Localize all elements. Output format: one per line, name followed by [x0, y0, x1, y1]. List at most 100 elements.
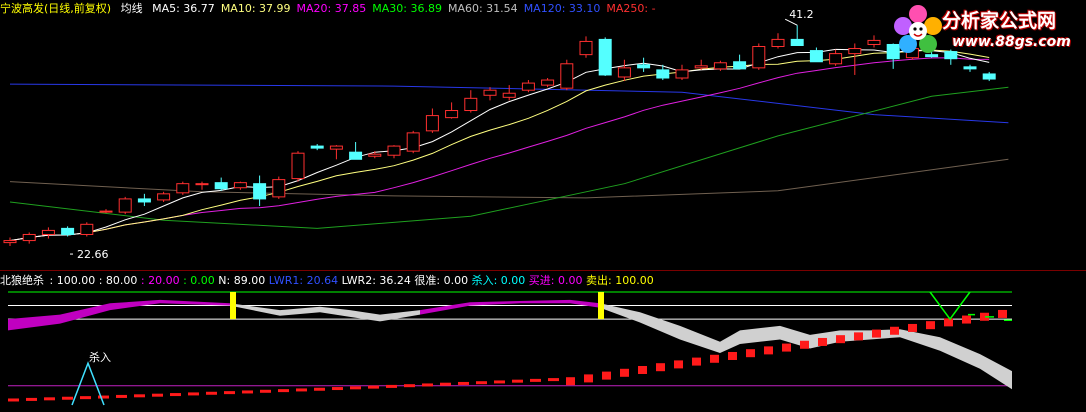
candle-body	[867, 39, 881, 45]
price-panel-header: 宁波高发(日线,前复权) 均线 MA5: 36.77 MA10: 37.99 MA2…	[0, 2, 662, 16]
candle-body	[483, 89, 497, 96]
trend-step	[332, 387, 343, 391]
trend-step	[152, 393, 163, 397]
trend-step	[512, 379, 523, 383]
trend-step	[638, 365, 647, 374]
period-info: (日线,前复权)	[44, 2, 112, 15]
panel-divider	[0, 270, 1086, 271]
indicator-param-10: 卖出: 100.00	[586, 274, 654, 287]
trend-step	[602, 371, 611, 380]
trend-step	[764, 346, 773, 355]
ma-legend-ma120: MA120: 33.10	[523, 2, 601, 15]
trend-step	[116, 394, 127, 398]
indicator-param-7: 很准: 0.00	[414, 274, 472, 287]
candle-body	[656, 69, 670, 79]
trend-step	[368, 385, 379, 389]
candle-body	[790, 38, 804, 46]
candle-body	[233, 182, 247, 189]
trend-step	[80, 396, 91, 400]
ma-legend: MA5: 36.77 MA10: 37.99 MA20: 37.85 MA30: 36…	[152, 2, 662, 15]
trend-step	[422, 383, 433, 387]
trend-step	[710, 354, 719, 363]
candle-body	[617, 67, 631, 78]
brand-logo: 分析家公式网 www.88gs.com	[890, 2, 1080, 58]
indicator-param-5: LWR1: 20.64	[268, 274, 342, 287]
candle-body	[137, 198, 151, 203]
trend-step	[692, 357, 701, 366]
chart-canvas[interactable]: 41.2 22.66 杀入	[0, 0, 1086, 412]
ma-legend-ma5: MA5: 36.77	[152, 2, 215, 15]
trend-step	[674, 360, 683, 369]
flower-logo-icon	[894, 5, 942, 53]
candle-body	[521, 82, 535, 91]
candle-body	[963, 66, 977, 70]
candle-body	[733, 61, 747, 70]
candle-body	[80, 223, 94, 235]
trend-step	[836, 335, 845, 344]
trend-step	[782, 343, 791, 352]
trend-step	[584, 374, 593, 383]
trend-step	[404, 384, 415, 388]
trend-step	[926, 321, 935, 330]
indicator-param-6: LWR2: 36.24	[341, 274, 415, 287]
trend-step	[260, 389, 271, 393]
candle-body	[713, 62, 727, 70]
candle-body	[349, 151, 363, 160]
candle-body	[464, 97, 478, 112]
candle-body	[61, 227, 75, 235]
candle-body	[118, 198, 132, 213]
indicator-param-1: : 80.00	[95, 274, 138, 287]
trend-step	[26, 397, 37, 401]
indicator-panel-header: 北狼绝杀 : 100.00 : 80.00 : 20.00 : 0.00 N: …	[0, 274, 654, 288]
trend-step	[890, 326, 899, 335]
trend-step	[224, 391, 235, 395]
trend-step	[530, 378, 541, 382]
candle-body	[541, 79, 555, 86]
trend-step	[386, 384, 397, 388]
candle-body	[157, 193, 171, 201]
candle-body	[3, 240, 17, 244]
overlay-title: 均线	[120, 2, 143, 15]
trend-step	[494, 380, 505, 384]
trend-step	[350, 386, 361, 390]
indicator-param-4: N: 89.00	[214, 274, 269, 287]
indicator-param-8: 杀入: 0.00	[471, 274, 529, 287]
trend-step	[62, 396, 73, 400]
candle-body	[502, 92, 516, 98]
candle-body	[579, 40, 593, 56]
candle-body	[253, 183, 267, 200]
brand-title: 分析家公式网	[942, 10, 1057, 32]
indicator-param-0: : 100.00	[46, 274, 96, 287]
candle-body	[560, 63, 574, 89]
candle-body	[41, 229, 55, 235]
lwr-ribbon-rising	[8, 299, 230, 331]
trend-step	[656, 363, 665, 372]
trend-step	[314, 387, 325, 391]
ma5-line	[9, 48, 990, 242]
candle-body	[752, 46, 766, 69]
trend-step	[188, 392, 199, 396]
candle-body	[368, 153, 382, 157]
trend-step	[746, 349, 755, 358]
trend-step	[566, 377, 575, 386]
instrument-name: 宁波高发	[0, 2, 44, 15]
trend-step	[44, 397, 55, 401]
trend-step	[908, 323, 917, 332]
indicator-param-3: : 0.00	[179, 274, 215, 287]
candle-body	[848, 48, 862, 55]
trend-step	[818, 337, 827, 346]
trend-step	[998, 309, 1007, 318]
trend-step	[278, 389, 289, 393]
brand-site: www.88gs.com	[952, 34, 1071, 50]
trend-step	[8, 398, 19, 402]
trend-step	[98, 395, 109, 399]
trend-step	[800, 340, 809, 349]
ma-legend-ma10: MA10: 37.99	[220, 2, 291, 15]
trend-step	[440, 382, 451, 386]
trend-step	[206, 391, 217, 395]
candle-body	[598, 38, 612, 76]
candle-body	[387, 145, 401, 156]
candle-body	[694, 65, 708, 69]
candle-body	[425, 115, 439, 132]
candle-body	[675, 69, 689, 79]
